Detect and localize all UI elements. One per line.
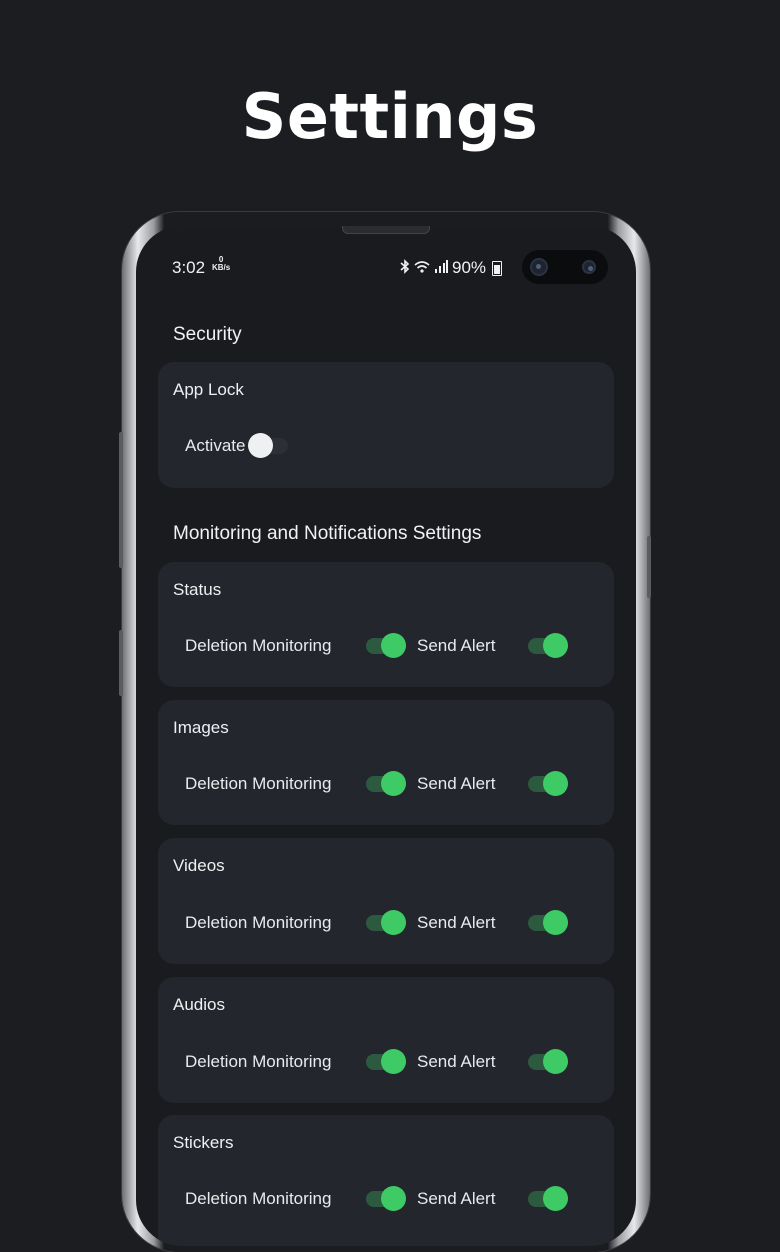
status-icons: 90% [400, 258, 503, 278]
videos-card: Videos Deletion Monitoring Send Alert [158, 838, 614, 964]
phone-screen: 3:02 0 KB/s 90% UpdateStar.com Security … [136, 226, 636, 1246]
deletion-monitoring-label: Deletion Monitoring [185, 774, 332, 793]
network-speed: 0 KB/s [212, 256, 230, 272]
card-title: Stickers [173, 1133, 234, 1152]
status-time: 3:02 [172, 258, 206, 277]
send-alert-label: Send Alert [417, 636, 496, 655]
toggle-thumb [381, 633, 406, 658]
page-title: Settings [241, 80, 539, 153]
audios-deletion-toggle[interactable] [366, 1049, 406, 1074]
toggle-thumb [543, 1186, 568, 1211]
toggle-thumb [381, 1186, 406, 1211]
status-alert-toggle[interactable] [528, 633, 568, 658]
speaker-grille [342, 226, 430, 234]
security-section-title: Security [173, 324, 242, 345]
deletion-monitoring-label: Deletion Monitoring [185, 1052, 332, 1071]
app-lock-toggle[interactable] [248, 433, 288, 458]
status-card: Status Deletion Monitoring Send Alert [158, 562, 614, 687]
toggle-thumb [381, 771, 406, 796]
send-alert-label: Send Alert [417, 913, 496, 932]
deletion-monitoring-label: Deletion Monitoring [185, 1189, 332, 1208]
bluetooth-icon [400, 258, 410, 278]
toggle-thumb [381, 910, 406, 935]
audios-card: Audios Deletion Monitoring Send Alert [158, 977, 614, 1103]
stickers-alert-toggle[interactable] [528, 1186, 568, 1211]
images-card: Images Deletion Monitoring Send Alert [158, 700, 614, 825]
toggle-thumb [381, 1049, 406, 1074]
signal-icon [434, 259, 448, 277]
camera-cutout [522, 250, 608, 284]
depth-camera-icon [582, 260, 596, 274]
front-camera-icon [530, 258, 548, 276]
send-alert-label: Send Alert [417, 774, 496, 793]
network-speed-unit: KB/s [212, 263, 231, 272]
audios-alert-toggle[interactable] [528, 1049, 568, 1074]
deletion-monitoring-label: Deletion Monitoring [185, 913, 332, 932]
card-title: Videos [173, 856, 225, 875]
card-title: Audios [173, 995, 225, 1014]
images-deletion-toggle[interactable] [366, 771, 406, 796]
send-alert-label: Send Alert [417, 1052, 496, 1071]
card-title: App Lock [173, 380, 244, 399]
toggle-thumb [543, 633, 568, 658]
toggle-thumb [543, 910, 568, 935]
wifi-icon [414, 260, 430, 277]
bixby-button [119, 630, 123, 696]
battery-percent: 90% [452, 258, 487, 277]
images-alert-toggle[interactable] [528, 771, 568, 796]
toggle-thumb [248, 433, 273, 458]
send-alert-label: Send Alert [417, 1189, 496, 1208]
card-title: Images [173, 718, 229, 737]
monitoring-section-title: Monitoring and Notifications Settings [173, 523, 482, 544]
volume-button [119, 432, 123, 568]
activate-label: Activate [185, 436, 246, 455]
stickers-card: Stickers Deletion Monitoring Send Alert [158, 1115, 614, 1246]
videos-deletion-toggle[interactable] [366, 910, 406, 935]
card-title: Status [173, 580, 222, 599]
status-deletion-toggle[interactable] [366, 633, 406, 658]
power-button [647, 536, 651, 598]
videos-alert-toggle[interactable] [528, 910, 568, 935]
deletion-monitoring-label: Deletion Monitoring [185, 636, 332, 655]
toggle-thumb [543, 771, 568, 796]
toggle-thumb [543, 1049, 568, 1074]
app-lock-card: App Lock Activate [158, 362, 614, 488]
stickers-deletion-toggle[interactable] [366, 1186, 406, 1211]
battery-icon [492, 260, 503, 276]
